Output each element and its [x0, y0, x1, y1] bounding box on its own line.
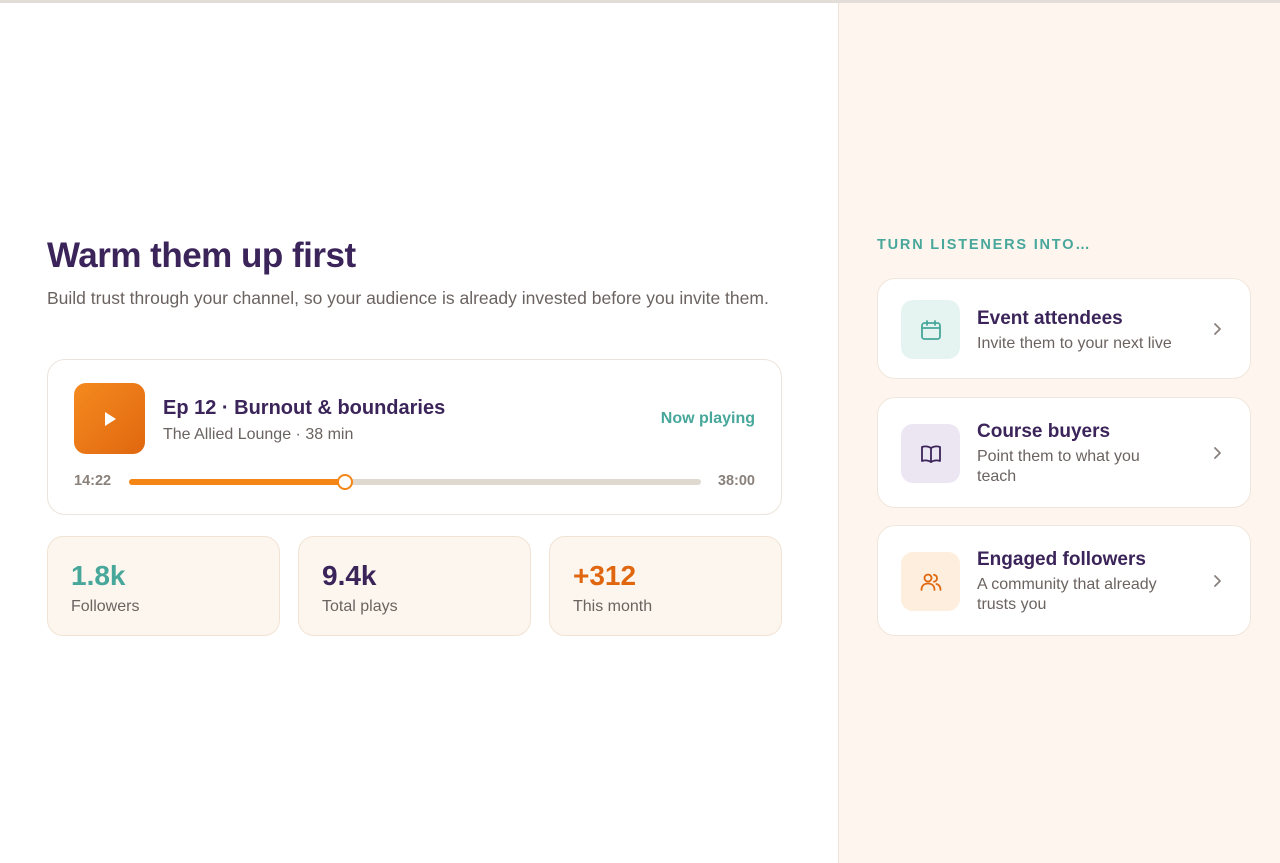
calendar-icon [920, 319, 941, 340]
stat-value: 9.4k [322, 560, 377, 591]
stat-label: Total plays [322, 598, 398, 615]
users-icon [920, 573, 941, 591]
card-description: A community that already trusts you [977, 576, 1157, 613]
episode-player-card: Ep 12 · Burnout & boundaries The Allied … [47, 359, 782, 515]
card-title: Event attendees [977, 308, 1123, 329]
card-title: Course buyers [977, 421, 1111, 442]
stat-value: 1.8k [71, 560, 126, 591]
now-playing-badge: Now playing [660, 410, 755, 427]
stat-label: This month [573, 598, 653, 615]
card-course-buyers[interactable]: Course buyers Point them to what you tea… [877, 397, 1251, 508]
card-event-attendees[interactable]: Event attendees Invite them to your next… [877, 278, 1251, 379]
progress-fill [129, 479, 346, 485]
current-time: 14:22 [74, 473, 112, 489]
play-button[interactable] [74, 383, 145, 454]
card-description: Invite them to your next live [977, 335, 1172, 352]
stat-card-followers: 1.8k Followers [47, 536, 280, 636]
card-title: Engaged followers [977, 549, 1146, 570]
card-icon-box [901, 300, 960, 359]
stat-card-total-plays: 9.4k Total plays [298, 536, 531, 636]
episode-meta: The Allied Lounge · 38 min [163, 426, 354, 443]
episode-title: Ep 12 · Burnout & boundaries [163, 397, 446, 419]
stat-card-this-month: +312 This month [549, 536, 782, 636]
stat-value: +312 [573, 560, 637, 591]
page-subtitle: Build trust through your channel, so you… [47, 288, 769, 308]
card-icon-box [901, 424, 960, 483]
card-icon-box [901, 552, 960, 611]
progress-bar[interactable] [129, 474, 701, 490]
card-description: Point them to what you teach [977, 448, 1140, 485]
stat-label: Followers [71, 598, 140, 615]
chevron-right-icon [1214, 575, 1221, 587]
progress-handle[interactable] [337, 474, 354, 490]
chevron-right-icon [1214, 447, 1221, 459]
chevron-right-icon [1214, 323, 1221, 335]
page-title: Warm them up first [47, 236, 356, 275]
book-icon [920, 444, 941, 463]
card-engaged-followers[interactable]: Engaged followers A community that alrea… [877, 525, 1251, 636]
play-icon [104, 411, 116, 426]
total-time: 38:00 [717, 473, 755, 489]
sidebar-section-label: TURN LISTENERS INTO… [877, 237, 1092, 253]
